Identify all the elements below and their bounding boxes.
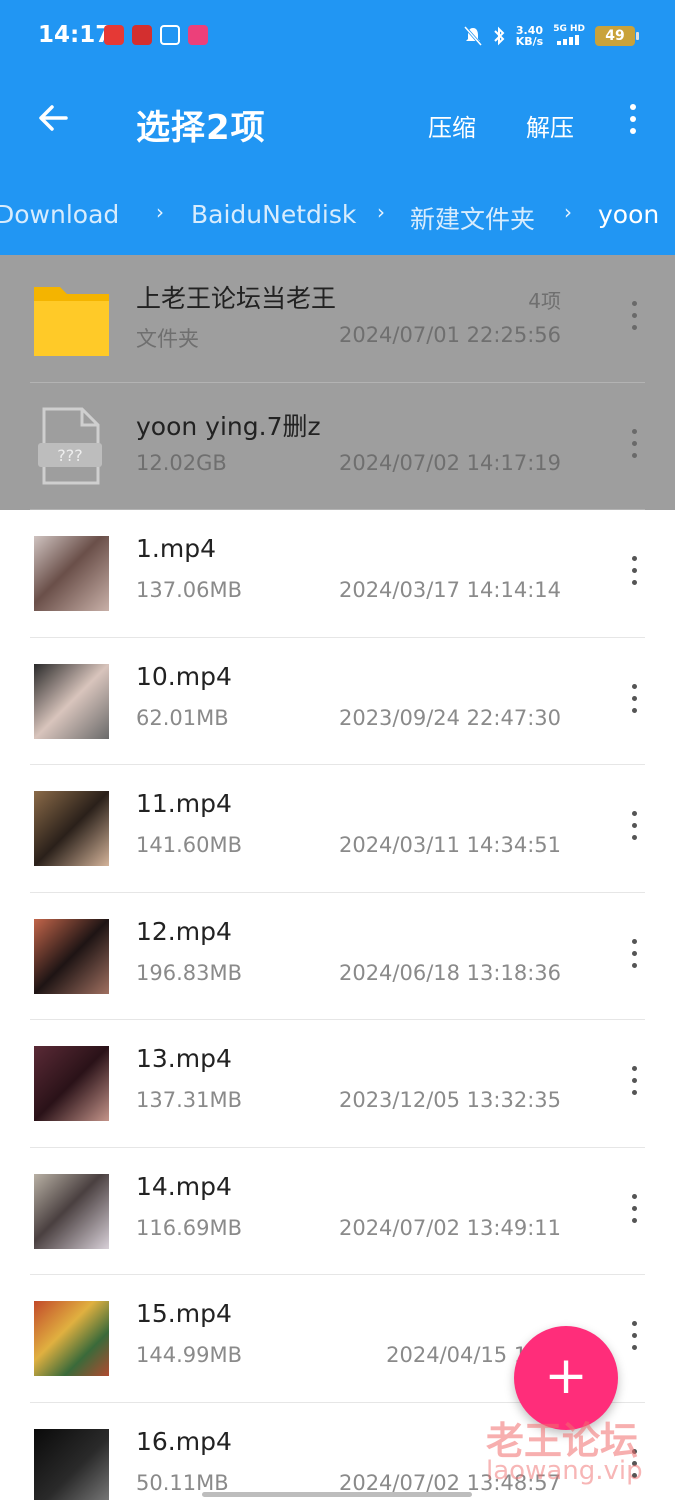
video-thumbnail: [34, 791, 109, 866]
chevron-right-icon: ›: [564, 200, 572, 224]
extract-button[interactable]: 解压: [526, 108, 574, 143]
item-menu-icon[interactable]: [624, 811, 644, 847]
item-date: 2024/07/02 14:17:19: [338, 450, 561, 475]
video-thumbnail: [34, 1428, 109, 1500]
list-item-video[interactable]: 11.mp4 141.60MB 2024/03/11 14:34:51: [0, 765, 675, 893]
item-menu-icon[interactable]: [624, 556, 644, 592]
video-thumbnail: [34, 1173, 109, 1249]
breadcrumb-item-current[interactable]: yoon: [598, 200, 659, 229]
item-date: 2024/07/01 22:25:56: [338, 323, 561, 347]
page-title: 选择2项: [136, 108, 266, 148]
status-time: 14:17: [38, 22, 112, 48]
status-indicators: 3.40 KB/s 5G HD 49: [463, 24, 639, 47]
item-date: 2024/03/17 14:14:14: [338, 578, 561, 602]
item-menu-icon[interactable]: [624, 683, 644, 720]
video-thumbnail: [34, 1046, 109, 1121]
chevron-right-icon: ›: [377, 200, 385, 224]
folder-icon: [34, 287, 109, 356]
item-name: 13.mp4: [136, 1044, 232, 1073]
back-arrow-icon[interactable]: [36, 100, 72, 136]
item-name: 1.mp4: [136, 534, 216, 563]
app-bar: 选择2项 压缩 解压: [0, 72, 675, 172]
battery-level: 49: [605, 27, 625, 44]
item-date: 2023/09/24 22:47:30: [338, 705, 561, 730]
svg-text:???: ???: [57, 446, 82, 465]
list-item-video[interactable]: 10.mp4 62.01MB 2023/09/24 22:47:30: [0, 638, 675, 765]
item-size: 196.83MB: [136, 960, 243, 985]
list-item-folder[interactable]: 上老王论坛当老王 文件夹 4项 2024/07/01 22:25:56: [0, 255, 675, 383]
item-name: 上老王论坛当老王: [136, 284, 337, 313]
signal-bars-icon: [557, 35, 580, 45]
mute-bell-icon: [463, 25, 482, 46]
item-menu-icon[interactable]: [624, 428, 644, 465]
item-menu-icon[interactable]: [624, 1193, 644, 1230]
list-item-video[interactable]: 1.mp4 137.06MB 2024/03/17 14:14:14: [0, 510, 675, 638]
item-date: 2023/12/05 13:32:35: [338, 1088, 561, 1112]
chevron-right-icon: ›: [156, 200, 164, 224]
network-type: 5G HD: [553, 24, 585, 34]
file-list: 上老王论坛当老王 文件夹 4项 2024/07/01 22:25:56 ??? …: [0, 255, 675, 1500]
item-name: 12.mp4: [136, 916, 232, 946]
item-name: 14.mp4: [136, 1171, 232, 1201]
watermark-url: laowang.vip: [486, 1456, 643, 1486]
item-size: 141.60MB: [136, 833, 243, 857]
video-app-icon: [132, 25, 152, 45]
item-size: 137.31MB: [136, 1088, 243, 1112]
signal-indicator: 5G HD: [553, 24, 585, 47]
network-speed: 3.40 KB/s: [516, 25, 543, 47]
item-size: 50.11MB: [136, 1470, 229, 1495]
status-bar: 14:17 3.40 KB/s 5G HD 49: [0, 0, 675, 72]
item-size: 116.69MB: [136, 1215, 243, 1240]
video-thumbnail: [34, 1301, 109, 1376]
item-menu-icon[interactable]: [624, 1321, 644, 1357]
item-menu-icon[interactable]: [624, 938, 644, 975]
home-indicator[interactable]: [202, 1492, 472, 1497]
item-name: 15.mp4: [136, 1299, 232, 1328]
bluetooth-icon: [494, 26, 505, 45]
item-name: 10.mp4: [136, 661, 232, 691]
unknown-file-icon: ???: [38, 407, 102, 484]
item-size: 137.06MB: [136, 578, 243, 602]
item-date: 2024/07/02 13:49:11: [338, 1215, 561, 1240]
lofter-app-icon: [188, 25, 208, 45]
item-count: 4项: [528, 289, 561, 313]
item-name: yoon ying.7删z: [136, 411, 321, 441]
breadcrumb: Download › BaiduNetdisk › 新建文件夹 › yoon: [0, 186, 675, 246]
video-thumbnail: [34, 536, 109, 611]
item-menu-icon[interactable]: [624, 301, 644, 337]
battery-icon: 49: [595, 25, 639, 46]
video-thumbnail: [34, 663, 109, 739]
notification-icons: [104, 25, 208, 45]
breadcrumb-item-download[interactable]: Download: [0, 200, 119, 229]
item-menu-icon[interactable]: [624, 1066, 644, 1102]
speed-value: 3.40: [515, 23, 544, 37]
speed-unit: KB/s: [515, 34, 544, 48]
list-item-file[interactable]: ??? yoon ying.7删z 12.02GB 2024/07/02 14:…: [0, 382, 675, 510]
item-size: 62.01MB: [136, 705, 229, 730]
list-item-video[interactable]: 13.mp4 137.31MB 2023/12/05 13:32:35: [0, 1020, 675, 1148]
list-item-video[interactable]: 14.mp4 116.69MB 2024/07/02 13:49:11: [0, 1148, 675, 1275]
breadcrumb-item-new-folder[interactable]: 新建文件夹: [410, 200, 535, 236]
download-icon: [160, 25, 180, 45]
item-type: 文件夹: [136, 327, 199, 351]
plus-icon: +: [544, 1346, 588, 1406]
item-size: 144.99MB: [136, 1343, 243, 1367]
item-name: 11.mp4: [136, 789, 232, 818]
music-app-icon: [104, 25, 124, 45]
compress-button[interactable]: 压缩: [428, 108, 476, 143]
item-date: 2024/03/11 14:34:51: [338, 833, 561, 857]
video-thumbnail: [34, 918, 109, 994]
item-size: 12.02GB: [136, 450, 227, 475]
breadcrumb-item-baidunetdisk[interactable]: BaiduNetdisk: [191, 200, 356, 229]
item-name: 16.mp4: [136, 1426, 232, 1456]
more-options-icon[interactable]: [622, 104, 644, 140]
item-date: 2024/06/18 13:18:36: [338, 960, 561, 985]
list-item-video[interactable]: 12.mp4 196.83MB 2024/06/18 13:18:36: [0, 893, 675, 1020]
